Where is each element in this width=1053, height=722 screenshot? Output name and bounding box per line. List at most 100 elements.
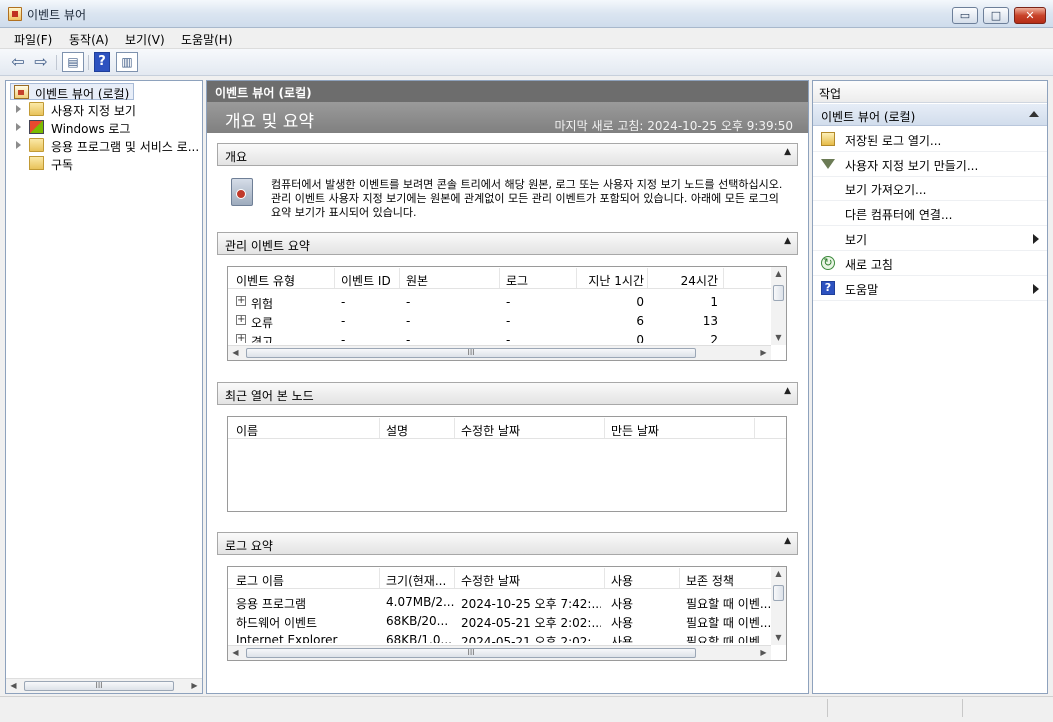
show-hide-action-pane-button[interactable]: ▥ [116,52,138,72]
scroll-down-icon[interactable]: ▼ [771,631,786,645]
status-bar [0,696,1053,718]
horizontal-scrollbar[interactable]: ◀ III ▶ [228,345,771,360]
action-view[interactable]: 보기 [813,226,1047,251]
overview-description: 컴퓨터에서 발생한 이벤트를 보려면 콘솔 트리에서 해당 원본, 로그 또는 … [271,178,783,219]
expand-icon[interactable] [16,123,21,131]
column-header[interactable]: 크기(현재... [386,572,452,589]
admin-events-summary-grid[interactable]: 이벤트 유형 이벤트 ID 원본 로그 지난 1시간 24시간 + 위험 - -… [227,266,787,361]
scroll-thumb[interactable]: III [246,648,696,658]
scroll-right-icon[interactable]: ▶ [756,646,771,660]
scroll-up-icon[interactable]: ▲ [771,567,786,581]
toolbar-separator [88,55,89,70]
column-header[interactable]: 지난 1시간 [578,272,644,289]
maximize-button[interactable]: □ [983,7,1009,24]
tree-item-subscriptions[interactable]: 구독 [10,155,200,172]
scroll-down-icon[interactable]: ▼ [771,331,786,345]
collapse-icon[interactable]: ▲ [784,386,791,396]
tree-item-event-viewer-local[interactable]: 이벤트 뷰어 (로컬) [10,83,134,101]
scroll-thumb[interactable] [773,285,784,301]
action-import-view[interactable]: 보기 가져오기... [813,176,1047,201]
folder-icon [29,138,44,152]
column-header[interactable]: 설명 [386,422,452,439]
help-icon: ? [98,54,106,69]
grid-header: 이름 설명 수정한 날짜 만든 날짜 [228,417,786,439]
column-header[interactable]: 로그 이름 [236,572,376,589]
submenu-arrow-icon [1033,284,1039,294]
grid-header: 이벤트 유형 이벤트 ID 원본 로그 지난 1시간 24시간 [228,267,786,289]
page-title: 개요 및 요약 [225,112,315,132]
table-row[interactable]: 응용 프로그램 4.07MB/2... 2024-10-25 오후 7:42:.… [228,593,770,611]
column-header[interactable]: 이름 [236,422,376,439]
action-refresh[interactable]: ↻ 새로 고침 [813,251,1047,276]
column-header[interactable]: 24시간 [650,272,718,289]
collapse-icon[interactable]: ▲ [784,147,791,157]
vertical-scrollbar[interactable]: ▲ ▼ [771,567,786,645]
scroll-thumb[interactable]: III [246,348,696,358]
actions-pane: 작업 이벤트 뷰어 (로컬) 저장된 로그 열기... 사용자 지정 보기 만들… [812,80,1048,694]
actions-group-header[interactable]: 이벤트 뷰어 (로컬) [813,104,1047,126]
minimize-button[interactable]: ▭ [952,7,978,24]
recent-nodes-header[interactable]: 최근 열어 본 노드 ▲ [217,382,798,405]
forward-button[interactable]: ⇨ [30,52,52,72]
scroll-thumb[interactable] [773,585,784,601]
column-header[interactable]: 원본 [406,272,496,289]
collapse-icon[interactable] [1029,111,1039,117]
column-header[interactable]: 수정한 날짜 [461,422,601,439]
column-header[interactable]: 만든 날짜 [611,422,751,439]
close-button[interactable]: ✕ [1014,7,1046,24]
scroll-left-icon[interactable]: ◀ [228,646,243,660]
action-create-custom-view[interactable]: 사용자 지정 보기 만들기... [813,152,1047,177]
center-pane: 이벤트 뷰어 (로컬) 개요 및 요약 마지막 새로 고침: 2024-10-2… [206,80,809,694]
scroll-right-icon[interactable]: ▶ [187,679,202,693]
table-row[interactable]: + 경고 - - - 0 2 [228,331,768,343]
action-help[interactable]: ? 도움말 [813,276,1047,301]
admin-events-summary-header[interactable]: 관리 이벤트 요약 ▲ [217,232,798,255]
table-row[interactable]: 하드웨어 이벤트 68KB/20... 2024-05-21 오후 2:02:.… [228,612,770,630]
expand-plus-icon[interactable]: + [236,315,246,325]
scroll-left-icon[interactable]: ◀ [228,346,243,360]
last-refresh-time: 마지막 새로 고침: 2024-10-25 오후 9:39:50 [554,119,793,133]
collapse-icon[interactable]: ▲ [784,536,791,546]
scroll-left-icon[interactable]: ◀ [6,679,21,693]
show-hide-console-tree-button[interactable]: ▤ [62,52,84,72]
windows-logs-icon [29,120,44,134]
scroll-thumb[interactable]: III [24,681,174,691]
subscriptions-icon [29,156,44,170]
column-header[interactable]: 사용 [611,572,677,589]
help-button[interactable]: ? [94,52,110,72]
table-row[interactable]: + 오류 - - - 6 13 [228,312,768,330]
column-header[interactable]: 이벤트 유형 [236,272,332,289]
event-viewer-app-icon [8,7,22,21]
column-header[interactable]: 수정한 날짜 [461,572,601,589]
table-row[interactable]: + 위험 - - - 0 1 [228,293,768,311]
title-bar: 이벤트 뷰어 ▭ □ ✕ [0,0,1053,28]
tree-item-custom-views[interactable]: 사용자 지정 보기 [10,101,200,118]
column-header[interactable]: 보존 정책 [686,572,770,589]
tree-item-windows-logs[interactable]: Windows 로그 [10,119,200,136]
scroll-up-icon[interactable]: ▲ [771,267,786,281]
tree-horizontal-scrollbar[interactable]: ◀ III ▶ [6,678,202,693]
column-header[interactable]: 로그 [506,272,566,289]
scroll-right-icon[interactable]: ▶ [756,346,771,360]
log-summary-grid[interactable]: 로그 이름 크기(현재... 수정한 날짜 사용 보존 정책 응용 프로그램 4… [227,566,787,661]
recent-nodes-grid[interactable]: 이름 설명 수정한 날짜 만든 날짜 [227,416,787,512]
log-summary-header[interactable]: 로그 요약 ▲ [217,532,798,555]
expand-plus-icon[interactable]: + [236,296,246,306]
overview-section-header[interactable]: 개요 ▲ [217,143,798,166]
collapse-icon[interactable]: ▲ [784,236,791,246]
table-row[interactable]: Internet Explorer 68KB/1.0... 2024-05-21… [228,631,768,643]
expand-icon[interactable] [16,105,21,113]
menu-file[interactable]: 파일(F) [14,31,52,48]
action-connect-another-computer[interactable]: 다른 컴퓨터에 연결... [813,201,1047,226]
action-open-saved-log[interactable]: 저장된 로그 열기... [813,127,1047,152]
vertical-scrollbar[interactable]: ▲ ▼ [771,267,786,345]
expand-icon[interactable] [16,141,21,149]
menu-view[interactable]: 보기(V) [125,31,165,48]
horizontal-scrollbar[interactable]: ◀ III ▶ [228,645,771,660]
column-header[interactable]: 이벤트 ID [341,272,397,289]
tree-item-apps-services-logs[interactable]: 응용 프로그램 및 서비스 로... [10,137,200,154]
menu-action[interactable]: 동작(A) [69,31,109,48]
menu-help[interactable]: 도움말(H) [181,31,233,48]
expand-plus-icon[interactable]: + [236,334,246,343]
back-button[interactable]: ⇦ [7,52,29,72]
